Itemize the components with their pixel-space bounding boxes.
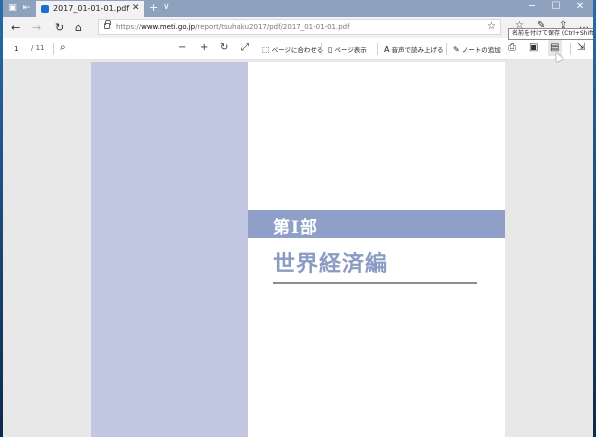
search-icon[interactable]: ⌕ <box>60 42 66 53</box>
new-tab-button[interactable]: + <box>149 1 158 14</box>
print-icon[interactable]: ⎙ <box>508 42 516 53</box>
page-view-button[interactable]: ▯ ページ表示 <box>328 44 367 54</box>
page-side-stripe <box>91 62 248 437</box>
rotate-icon[interactable]: ↻ <box>220 42 228 53</box>
maximize-button[interactable]: ☐ <box>546 1 566 12</box>
fullscreen-icon[interactable]: ⤢ <box>241 42 249 53</box>
url-scheme: https:// <box>116 23 142 31</box>
add-notes-button[interactable]: ✎ ノートの追加 <box>453 44 501 54</box>
page-number-input[interactable]: 1 <box>10 42 28 56</box>
tab-list-icon[interactable]: ∨ <box>163 2 170 12</box>
tab-title: 2017_01-01-01.pdf <box>53 4 130 13</box>
url-text[interactable]: https://www.meti.go.jp/report/tsuhaku201… <box>116 23 350 31</box>
part-banner: 第Ⅰ部 <box>248 210 505 238</box>
read-aloud-icon: A <box>384 45 390 54</box>
close-window-button[interactable]: ✕ <box>570 1 590 12</box>
section-title: 世界経済編 <box>273 251 389 277</box>
pin-toolbar-icon[interactable]: ⇲ <box>577 42 585 53</box>
pdf-favicon-icon <box>41 5 49 13</box>
forward-button[interactable]: → <box>32 21 41 34</box>
read-aloud-button[interactable]: A 音声で読み上げる <box>384 44 443 54</box>
edge-browser-window: ▣ ⇤ 2017_01-01-01.pdf ✕ + ∨ ─ ☐ ✕ ← → ↻ … <box>3 0 593 437</box>
page-view-label: ページ表示 <box>334 46 367 54</box>
url-path: /report/tsuhaku2017/pdf/2017_01-01-01.pd… <box>195 23 350 31</box>
favorite-star-icon[interactable]: ☆ <box>487 21 496 32</box>
part-label: 第Ⅰ部 <box>273 218 318 238</box>
pdf-page: 第Ⅰ部 世界経済編 <box>91 62 505 437</box>
pdf-toolbar: 1 / 11 ⌕ − + ↻ ⤢ ⬚ ページに合わせる ▯ ページ表示 A 音声で読み… <box>3 38 593 60</box>
home-button[interactable]: ⌂ <box>75 21 82 34</box>
tab-preview-icon[interactable]: ▣ <box>7 3 18 14</box>
title-bar: ▣ ⇤ 2017_01-01-01.pdf ✕ + ∨ ─ ☐ ✕ <box>3 0 593 17</box>
read-aloud-label: 音声で読み上げる <box>391 46 444 54</box>
navigation-bar: ← → ↻ ⌂ https://www.meti.go.jp/report/ts… <box>3 17 593 38</box>
zoom-out-icon[interactable]: − <box>178 42 186 53</box>
tab-close-icon[interactable]: ✕ <box>132 3 140 13</box>
set-tabs-aside-icon[interactable]: ⇤ <box>21 3 32 14</box>
save-icon[interactable]: ▣ <box>529 42 538 53</box>
fit-to-page-button[interactable]: ⬚ ページに合わせる <box>262 44 323 54</box>
lock-icon[interactable] <box>104 20 111 29</box>
toolbar-divider <box>321 43 322 55</box>
page-view-icon: ▯ <box>328 45 333 54</box>
save-as-tooltip: 名前を付けて保存 (Ctrl+Shift+S) <box>508 28 593 40</box>
back-button[interactable]: ← <box>11 21 20 34</box>
pdf-viewer[interactable]: 第Ⅰ部 世界経済編 <box>3 60 593 437</box>
address-bar[interactable]: https://www.meti.go.jp/report/tsuhaku201… <box>98 19 501 35</box>
toolbar-divider <box>570 43 571 55</box>
fit-page-icon: ⬚ <box>262 45 270 54</box>
title-underline <box>273 282 477 284</box>
fit-to-page-label: ページに合わせる <box>271 46 324 54</box>
url-host: www.meti.go.jp <box>141 23 196 31</box>
minimize-button[interactable]: ─ <box>522 1 542 12</box>
toolbar-divider <box>446 43 447 55</box>
zoom-in-icon[interactable]: + <box>200 42 208 53</box>
tab-pdf[interactable]: 2017_01-01-01.pdf ✕ <box>36 1 144 17</box>
page-total: / 11 <box>31 44 45 52</box>
pen-icon: ✎ <box>453 45 460 54</box>
toolbar-divider <box>53 43 54 55</box>
refresh-button[interactable]: ↻ <box>55 21 64 34</box>
toolbar-divider <box>377 43 378 55</box>
add-notes-label: ノートの追加 <box>461 46 501 54</box>
